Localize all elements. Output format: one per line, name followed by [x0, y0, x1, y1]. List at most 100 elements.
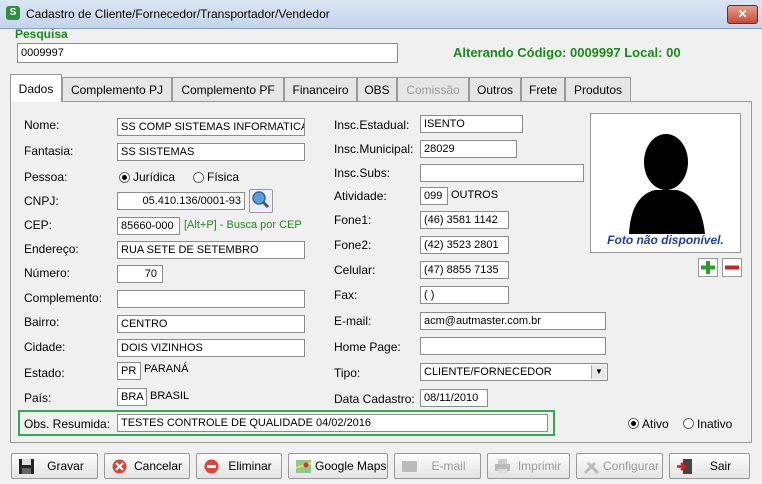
- cancelar-label: Cancelar: [133, 459, 183, 473]
- person-silhouette-icon: [629, 134, 705, 234]
- insc-subs-label: Insc.Subs:: [334, 166, 391, 180]
- search-label: Pesquisa: [15, 27, 68, 41]
- complemento-label: Complemento:: [24, 291, 103, 305]
- remove-photo-button[interactable]: [722, 258, 742, 277]
- magnifier-icon: [252, 191, 270, 209]
- pessoa-juridica-label: Jurídica: [133, 170, 176, 184]
- add-photo-button[interactable]: [698, 258, 718, 277]
- tab-complemento-pf[interactable]: Complemento PF: [172, 77, 284, 101]
- configurar-button: Configurar: [576, 453, 663, 479]
- endereco-label: Endereço:: [24, 242, 79, 256]
- tab-frete[interactable]: Frete: [521, 77, 565, 101]
- insc-subs-field[interactable]: [420, 164, 584, 182]
- photo-box[interactable]: Foto não disponível.: [590, 113, 741, 253]
- tab-complemento-pj[interactable]: Complemento PJ: [62, 77, 172, 101]
- chevron-down-icon[interactable]: ▼: [591, 365, 606, 379]
- cnpj-field[interactable]: 05.410.136/0001-93: [117, 192, 245, 210]
- tipo-label: Tipo:: [334, 366, 361, 380]
- pais-code-field[interactable]: BRA: [117, 388, 147, 406]
- tab-financeiro[interactable]: Financeiro: [284, 77, 357, 101]
- sair-label: Sair: [709, 459, 732, 473]
- insc-municipal-label: Insc.Municipal:: [334, 142, 414, 156]
- photo-caption: Foto não disponível.: [607, 233, 724, 247]
- insc-municipal-field[interactable]: 28029: [420, 140, 517, 158]
- estado-code-field[interactable]: PR: [117, 362, 141, 380]
- data-cadastro-field[interactable]: 08/11/2010: [420, 389, 488, 407]
- tab-outros[interactable]: Outros: [469, 77, 521, 101]
- fone1-label: Fone1:: [334, 213, 372, 227]
- email-button-label: E-mail: [431, 459, 466, 473]
- tab-produtos[interactable]: Produtos: [565, 77, 631, 101]
- nome-label: Nome:: [24, 118, 60, 132]
- fantasia-label: Fantasia:: [24, 144, 74, 158]
- inativo-radio[interactable]: [683, 418, 694, 429]
- pessoa-fisica-radio[interactable]: [193, 172, 204, 183]
- tab-comissao: Comissão: [397, 77, 469, 101]
- map-icon: [295, 460, 312, 473]
- tools-icon: [583, 461, 600, 475]
- fone1-field[interactable]: (46) 3581 1142: [420, 211, 509, 229]
- printer-icon: [495, 459, 510, 474]
- nome-field[interactable]: SS COMP SISTEMAS INFORMATICA: [117, 118, 305, 136]
- pais-name: BRASIL: [150, 390, 190, 402]
- sair-button[interactable]: Sair: [669, 453, 750, 479]
- fax-label: Fax:: [334, 288, 358, 302]
- window-title: Cadastro de Cliente/Fornecedor/Transport…: [26, 7, 330, 21]
- gravar-button[interactable]: Gravar: [11, 453, 98, 479]
- close-button[interactable]: ✕: [727, 5, 758, 24]
- pessoa-label: Pessoa:: [24, 170, 68, 184]
- google-maps-button[interactable]: Google Maps: [288, 453, 388, 479]
- minus-icon: [725, 265, 739, 270]
- cancelar-button[interactable]: Cancelar: [104, 453, 190, 479]
- eliminar-label: Eliminar: [228, 459, 272, 473]
- insc-estadual-label: Insc.Estadual:: [334, 118, 410, 132]
- atividade-label: Atividade:: [334, 189, 387, 203]
- obs-field[interactable]: TESTES CONTROLE DE QUALIDADE 04/02/2016: [117, 414, 548, 432]
- google-maps-label: Google Maps: [315, 459, 387, 473]
- pessoa-juridica-radio[interactable]: [119, 172, 130, 183]
- fone2-field[interactable]: (42) 3523 2801: [420, 236, 509, 254]
- cidade-label: Cidade:: [24, 340, 66, 354]
- cnpj-label: CNPJ:: [24, 194, 59, 208]
- cep-hint: [Alt+P] - Busca por CEP: [184, 219, 302, 231]
- inativo-label: Inativo: [697, 417, 733, 431]
- homepage-label: Home Page:: [334, 340, 401, 354]
- imprimir-button: Imprimir: [487, 453, 570, 479]
- insc-estadual-field[interactable]: ISENTO: [420, 115, 523, 133]
- cidade-field[interactable]: DOIS VIZINHOS: [117, 339, 305, 357]
- endereco-field[interactable]: RUA SETE DE SETEMBRO: [117, 241, 305, 259]
- homepage-field[interactable]: [420, 337, 606, 355]
- exit-icon: [677, 459, 692, 474]
- pais-label: País:: [24, 391, 52, 405]
- tab-dados[interactable]: Dados: [10, 74, 62, 102]
- search-input[interactable]: 0009997: [17, 43, 398, 63]
- cnpj-search-button[interactable]: [249, 189, 273, 213]
- delete-icon: [204, 459, 219, 474]
- email-button: E-mail: [394, 453, 481, 479]
- celular-field[interactable]: (47) 8855 7135: [420, 261, 509, 279]
- complemento-field[interactable]: [117, 290, 305, 308]
- email-icon: [402, 461, 417, 472]
- numero-field[interactable]: 70: [117, 265, 163, 283]
- email-label: E-mail:: [334, 314, 372, 328]
- tipo-value: CLIENTE/FORNECEDOR: [424, 366, 552, 378]
- data-cadastro-label: Data Cadastro:: [334, 392, 415, 406]
- email-field[interactable]: acm@autmaster.com.br: [420, 312, 606, 330]
- imprimir-label: Imprimir: [517, 459, 562, 473]
- bairro-field[interactable]: CENTRO: [117, 315, 305, 333]
- cep-label: CEP:: [24, 218, 53, 232]
- status-text: Alterando Código: 0009997 Local: 00: [453, 45, 681, 60]
- configurar-label: Configurar: [603, 459, 660, 473]
- atividade-code-field[interactable]: 099: [420, 187, 448, 205]
- tab-obs[interactable]: OBS: [357, 77, 397, 101]
- tipo-select[interactable]: CLIENTE/FORNECEDOR ▼: [420, 363, 608, 381]
- fax-field[interactable]: ( ): [420, 286, 509, 304]
- pessoa-fisica-label: Física: [207, 170, 240, 184]
- numero-label: Número:: [24, 266, 71, 280]
- celular-label: Celular:: [334, 263, 376, 277]
- ativo-radio[interactable]: [628, 418, 639, 429]
- cep-field[interactable]: 85660-000: [117, 217, 180, 235]
- fantasia-field[interactable]: SS SISTEMAS: [117, 143, 305, 161]
- eliminar-button[interactable]: Eliminar: [196, 453, 282, 479]
- title-bar: S Cadastro de Cliente/Fornecedor/Transpo…: [0, 0, 762, 29]
